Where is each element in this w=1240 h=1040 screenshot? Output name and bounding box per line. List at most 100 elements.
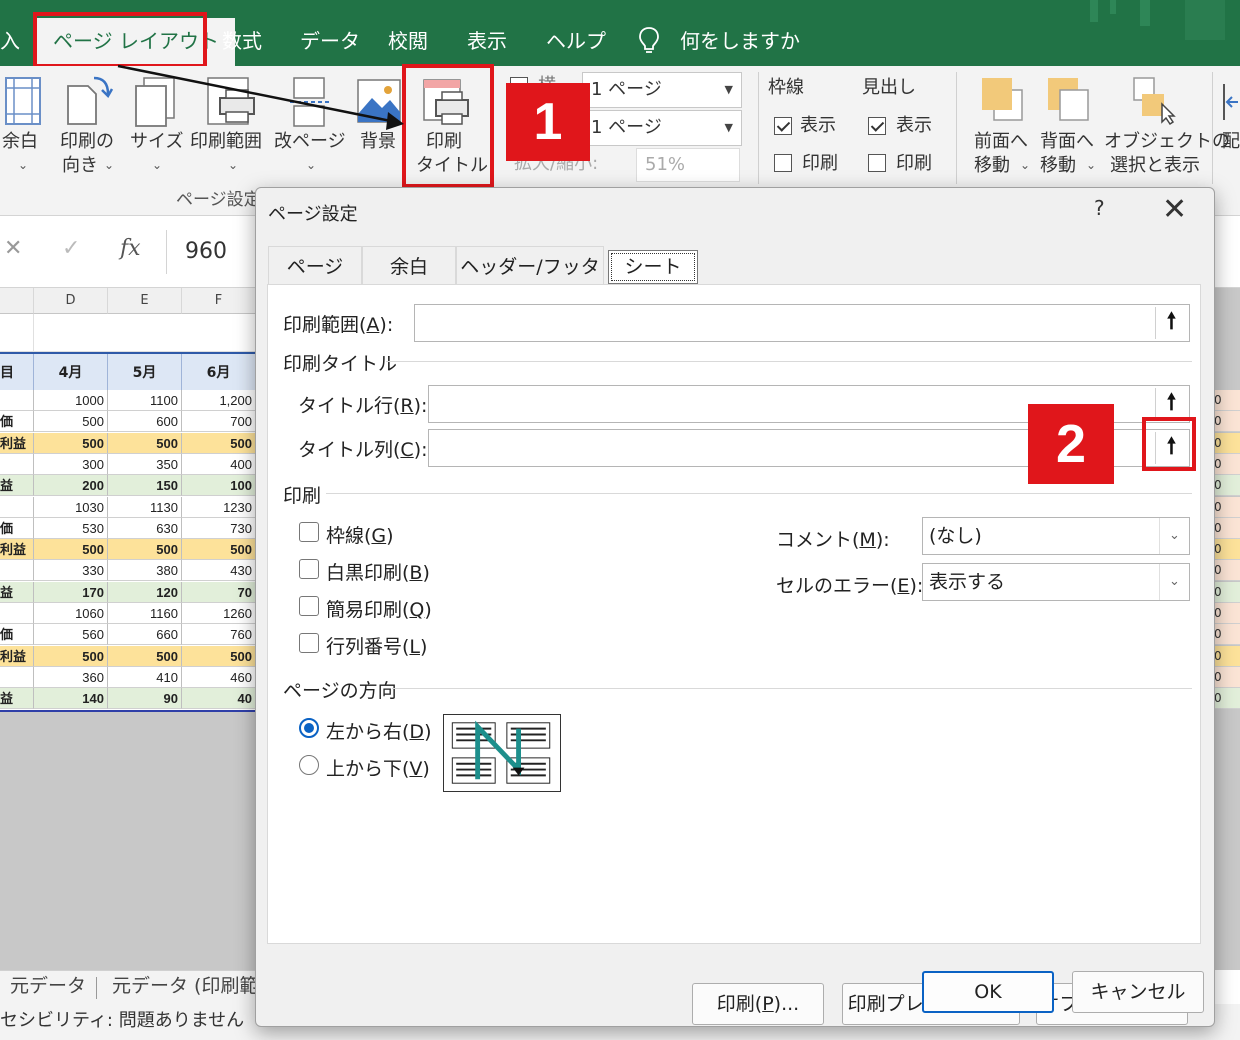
cell-d[interactable]: 330 xyxy=(34,560,108,582)
tab-formulas[interactable]: 数式 xyxy=(222,24,262,58)
row-label-cell[interactable] xyxy=(0,666,34,688)
ok-button[interactable]: OK xyxy=(922,971,1054,1013)
cell-f[interactable]: 500 xyxy=(182,432,256,454)
cell-f[interactable]: 700 xyxy=(182,411,256,433)
header-cell-apr[interactable]: 4月 xyxy=(34,354,108,392)
tab-page[interactable]: ページ xyxy=(268,246,362,286)
tab-data[interactable]: データ xyxy=(300,24,360,58)
row-label-cell[interactable]: 価 xyxy=(0,624,34,646)
row-label-cell[interactable] xyxy=(0,453,34,475)
sheet-tab-source-print[interactable]: 元データ (印刷範 xyxy=(112,971,258,1001)
cell-e[interactable]: 1160 xyxy=(108,603,182,624)
cell-e[interactable]: 150 xyxy=(108,475,182,497)
cell-d[interactable]: 140 xyxy=(34,688,108,710)
headings-print-checkbox[interactable] xyxy=(868,154,886,172)
cell-f[interactable]: 400 xyxy=(182,453,256,475)
row-label-cell[interactable]: 益 xyxy=(0,688,34,710)
header-cell-may[interactable]: 5月 xyxy=(108,354,182,392)
orientation-button-line1[interactable]: 印刷の xyxy=(60,130,114,154)
height-select[interactable]: 1 ページ ▼ xyxy=(582,110,742,146)
scale-input[interactable]: 51% xyxy=(636,148,740,182)
cell-e[interactable]: 90 xyxy=(108,688,182,710)
gridlines-print-checkbox[interactable] xyxy=(774,154,792,172)
column-header-f[interactable]: F xyxy=(182,288,256,314)
tab-help[interactable]: ヘルプ xyxy=(546,24,606,58)
tab-margins[interactable]: 余白 xyxy=(362,246,456,286)
cell-e[interactable]: 1100 xyxy=(108,390,182,411)
column-header-c[interactable] xyxy=(0,288,34,314)
cell-d[interactable]: 1060 xyxy=(34,603,108,624)
cell-e[interactable]: 350 xyxy=(108,453,182,475)
bring-forward-line2[interactable]: 移動 xyxy=(974,154,1010,178)
cell-f[interactable]: 1260 xyxy=(182,603,256,624)
cell-d[interactable]: 200 xyxy=(34,475,108,497)
cell-e[interactable]: 120 xyxy=(108,581,182,603)
cell-d[interactable]: 300 xyxy=(34,453,108,475)
tab-insert[interactable]: 入 xyxy=(0,24,20,58)
close-icon[interactable]: ✕ xyxy=(1162,192,1187,228)
print-button[interactable]: 印刷(P)... xyxy=(692,983,824,1025)
cell-d[interactable]: 560 xyxy=(34,624,108,646)
header-cell-jun[interactable]: 6月 xyxy=(182,354,256,392)
breaks-button[interactable]: 改ページ xyxy=(274,130,346,154)
tab-sheet[interactable]: シート xyxy=(608,250,698,284)
row-label-cell[interactable]: 価 xyxy=(0,411,34,433)
cell-f[interactable]: 40 xyxy=(182,688,256,710)
cell-e[interactable]: 1130 xyxy=(108,496,182,518)
tab-review[interactable]: 校閲 xyxy=(388,24,428,58)
header-cell-item[interactable]: 目 xyxy=(0,354,34,392)
formula-input[interactable]: 960 xyxy=(166,230,256,274)
row-label-cell[interactable] xyxy=(0,560,34,582)
margins-button[interactable]: 余白 xyxy=(2,130,38,154)
cell-e[interactable]: 500 xyxy=(108,539,182,561)
column-header-d[interactable]: D xyxy=(34,288,108,314)
tab-view[interactable]: 表示 xyxy=(467,24,507,58)
cell-e[interactable]: 500 xyxy=(108,432,182,454)
black-white-checkbox[interactable] xyxy=(299,559,319,579)
cell-d[interactable]: 500 xyxy=(34,539,108,561)
gridlines-view-checkbox[interactable] xyxy=(774,117,792,135)
sheet-tab-source[interactable]: 元データ xyxy=(10,971,86,1001)
help-button[interactable]: ? xyxy=(1094,196,1105,220)
row-label-cell[interactable]: 価 xyxy=(0,517,34,539)
row-label-cell[interactable]: 利益 xyxy=(0,645,34,667)
cancel-icon[interactable]: ✕ xyxy=(4,236,22,261)
comments-select[interactable]: (なし) ⌄ xyxy=(922,517,1190,555)
collapse-dialog-icon[interactable]: 🠕 xyxy=(1155,388,1187,420)
send-backward-line1[interactable]: 背面へ xyxy=(1040,130,1094,154)
down-then-over-radio[interactable] xyxy=(299,718,319,738)
bring-forward-line1[interactable]: 前面へ xyxy=(974,130,1028,154)
row-label-cell[interactable] xyxy=(0,496,34,518)
cancel-button[interactable]: キャンセル xyxy=(1072,971,1204,1013)
background-button[interactable]: 背景 xyxy=(360,130,396,154)
cell-f[interactable]: 1,200 xyxy=(182,390,256,411)
gridlines-checkbox[interactable] xyxy=(299,522,319,542)
cell-f[interactable]: 500 xyxy=(182,645,256,667)
cell-f[interactable]: 730 xyxy=(182,517,256,539)
row-label-cell[interactable]: 利益 xyxy=(0,432,34,454)
cell-d[interactable]: 500 xyxy=(34,411,108,433)
row-label-cell[interactable] xyxy=(0,603,34,624)
tell-me-search[interactable]: 何をしますか xyxy=(680,24,800,58)
row-label-cell[interactable]: 益 xyxy=(0,475,34,497)
insert-function-icon[interactable]: fx xyxy=(120,236,141,261)
cell-e[interactable]: 500 xyxy=(108,645,182,667)
width-select[interactable]: 1 ページ ▼ xyxy=(582,72,742,108)
selection-pane-line2[interactable]: 選択と表示 xyxy=(1110,154,1200,178)
cell-e[interactable]: 600 xyxy=(108,411,182,433)
collapse-dialog-icon[interactable]: 🠕 xyxy=(1155,307,1187,339)
cell-d[interactable]: 500 xyxy=(34,645,108,667)
accessibility-status[interactable]: セシビリティ: 問題ありません xyxy=(0,1004,244,1038)
cell-f[interactable]: 460 xyxy=(182,666,256,688)
cell-e[interactable]: 660 xyxy=(108,624,182,646)
print-area-input[interactable]: 🠕 xyxy=(414,304,1190,342)
over-then-down-radio[interactable] xyxy=(299,755,319,775)
orientation-button-line2[interactable]: 向き xyxy=(62,154,98,178)
tab-header-footer[interactable]: ヘッダー/フッター xyxy=(456,246,604,318)
print-area-button[interactable]: 印刷範囲 xyxy=(190,130,262,154)
row-label-cell[interactable]: 益 xyxy=(0,581,34,603)
cell-errors-select[interactable]: 表示する ⌄ xyxy=(922,563,1190,601)
cell-e[interactable]: 410 xyxy=(108,666,182,688)
cell-f[interactable]: 70 xyxy=(182,581,256,603)
size-button[interactable]: サイズ xyxy=(130,130,183,154)
